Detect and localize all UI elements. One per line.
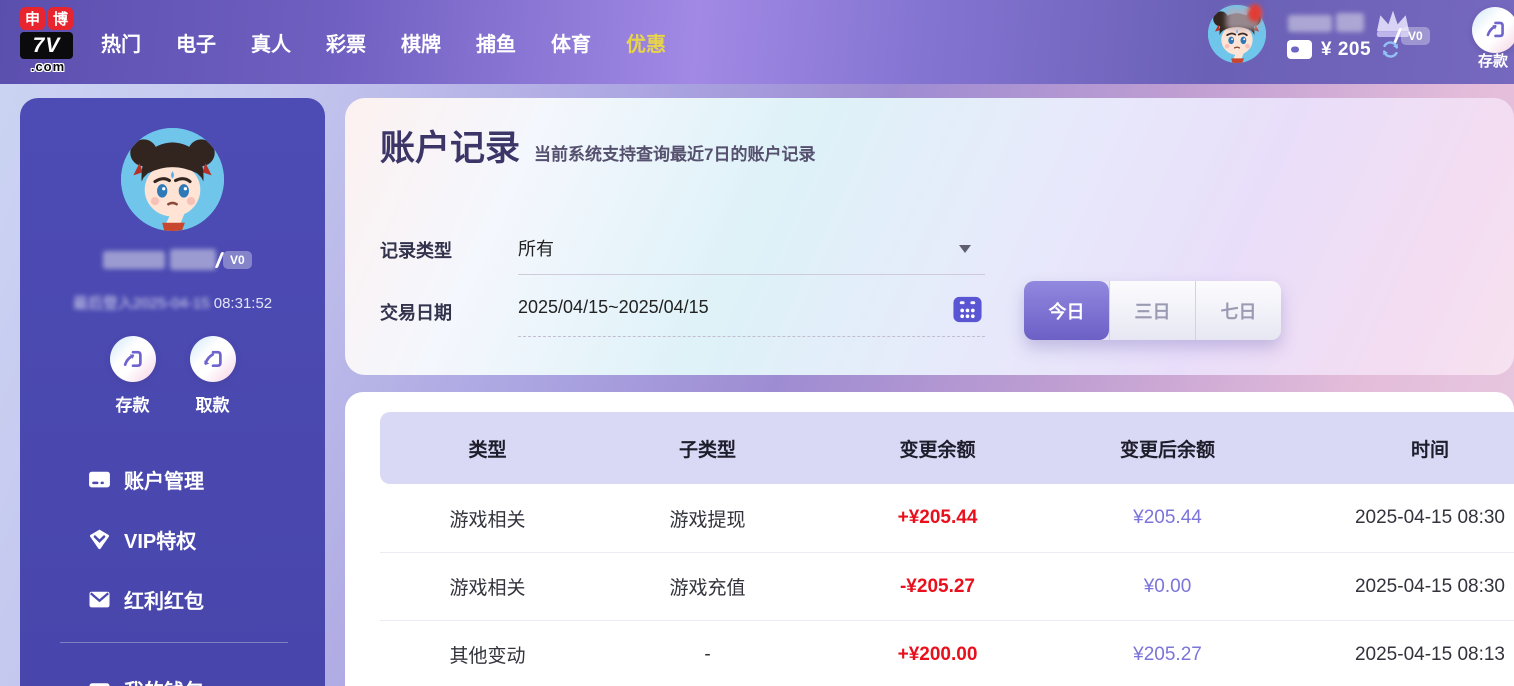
cell-type: 游戏相关 [380,505,595,532]
sidebar-quick-actions: 存款 取款 [20,336,325,416]
tab-seven-days[interactable]: 七日 [1195,281,1281,340]
app-window: 申 博 7V .com 热门 电子 真人 彩票 棋牌 捕鱼 体育 优惠 [0,0,1514,686]
last-login-text: 最后登入2025-04-15 08:31:52 [20,292,325,313]
site-logo[interactable]: 申 博 7V .com [20,7,76,74]
sidebar-user-row [20,248,325,272]
username-blurred [170,249,216,270]
date-range-value: 2025/04/15~2025/04/15 [518,297,709,317]
sidebar-avatar [121,128,224,231]
sidebar-vip-badge: V0 [218,251,252,269]
cell-type: 游戏相关 [380,573,595,600]
deposit-icon [1482,17,1508,43]
sidebar-divider [60,642,288,643]
sidebar-item-account-management[interactable]: 账户管理 [87,462,204,496]
logo-char-2: 博 [48,7,73,30]
bank-card-icon [87,467,112,492]
username-blurred [103,251,165,269]
page-subtitle: 当前系统支持查询最近7日的账户记录 [534,140,815,165]
nav-item-lottery[interactable]: 彩票 [311,28,381,57]
cell-subtype: - [595,644,820,666]
col-header-time: 时间 [1280,435,1514,462]
record-type-label: 记录类型 [380,235,518,275]
balance-amount: ¥ 205 [1321,39,1371,61]
col-header-balance-after: 变更后余额 [1055,435,1280,462]
logo-suffix-text: .com [20,59,76,74]
nav-item-promo[interactable]: 优惠 [611,28,681,57]
record-type-value: 所有 [518,239,554,259]
avatar-red-blob [1248,4,1262,22]
deposit-icon [119,346,146,373]
col-header-change: 变更余额 [820,435,1055,462]
withdraw-button[interactable]: 取款 [190,336,236,416]
topbar-deposit-button[interactable] [1472,7,1514,53]
col-header-subtype: 子类型 [595,435,820,462]
calendar-icon[interactable] [952,293,983,324]
nav-item-fishing[interactable]: 捕鱼 [461,28,531,57]
sidebar-item-vip-privileges[interactable]: VIP特权 [87,522,196,556]
deposit-button[interactable]: 存款 [110,336,156,416]
wallet-icon [87,677,112,686]
dropdown-caret-icon [959,245,971,253]
logo-char-1: 申 [20,7,45,30]
cell-time: 2025-04-15 08:30 [1280,507,1514,529]
cell-time: 2025-04-15 08:13 [1280,644,1514,666]
refresh-balance-icon[interactable] [1379,38,1402,61]
cell-subtype: 游戏提现 [595,505,820,532]
cell-time: 2025-04-15 08:30 [1280,576,1514,598]
wallet-icon [1286,39,1313,60]
account-records-table-card: 类型 子类型 变更余额 变更后余额 时间 游戏相关 游戏提现 +¥205.44 … [345,392,1514,686]
cell-change-amount: +¥205.44 [820,507,1055,529]
date-range-tabs: 今日 三日 七日 [1024,281,1281,340]
tab-today[interactable]: 今日 [1024,281,1109,340]
withdraw-icon [199,346,226,373]
balance-row: ¥ 205 [1286,38,1402,61]
sidebar-item-my-wallet[interactable]: 我的钱包 [87,672,204,686]
username-blurred [1336,13,1364,32]
main-nav-menu: 热门 电子 真人 彩票 棋牌 捕鱼 体育 优惠 [86,0,681,84]
date-range-input[interactable]: 2025/04/15~2025/04/15 [518,297,985,337]
topbar-deposit-label: 存款 [1478,50,1508,71]
username-blurred [1288,15,1332,32]
cell-balance-after: ¥0.00 [1055,576,1280,598]
envelope-icon [87,587,112,612]
deposit-label: 存款 [116,391,150,416]
table-row: 游戏相关 游戏提现 +¥205.44 ¥205.44 2025-04-15 08… [380,484,1514,552]
table-row: 游戏相关 游戏充值 -¥205.27 ¥0.00 2025-04-15 08:3… [380,552,1514,620]
nav-item-slots[interactable]: 电子 [161,28,231,57]
vip-level-text: V0 [1401,27,1430,45]
top-nav-bar: 申 博 7V .com 热门 电子 真人 彩票 棋牌 捕鱼 体育 优惠 [0,0,1514,84]
nav-item-sports[interactable]: 体育 [536,28,606,57]
cell-balance-after: ¥205.27 [1055,644,1280,666]
logo-main-text: 7V [20,32,73,59]
cell-subtype: 游戏充值 [595,573,820,600]
cell-change-amount: -¥205.27 [820,576,1055,598]
cell-balance-after: ¥205.44 [1055,507,1280,529]
cell-type: 其他变动 [380,641,595,668]
page-title: 账户记录 [380,120,520,171]
nav-item-cards[interactable]: 棋牌 [386,28,456,57]
sidebar-item-bonus-redpacket[interactable]: 红利红包 [87,582,204,616]
vip-gem-icon [87,527,112,552]
col-header-type: 类型 [380,435,595,462]
tab-three-days[interactable]: 三日 [1109,281,1195,340]
table-header-row: 类型 子类型 变更余额 变更后余额 时间 [380,412,1514,484]
cell-change-amount: +¥200.00 [820,644,1055,666]
withdraw-label: 取款 [196,391,230,416]
vip-level-text: V0 [223,251,252,269]
nav-item-live[interactable]: 真人 [236,28,306,57]
table-row: 其他变动 - +¥200.00 ¥205.27 2025-04-15 08:13 [380,620,1514,686]
sidebar-panel: V0 最后登入2025-04-15 08:31:52 存款 取款 [20,98,325,686]
record-type-select[interactable]: 所有 [518,235,985,275]
nav-item-hot[interactable]: 热门 [86,28,156,57]
account-records-filter-card: 账户记录 当前系统支持查询最近7日的账户记录 记录类型 所有 交易日期 2025… [345,98,1514,375]
transaction-date-label: 交易日期 [380,297,518,337]
